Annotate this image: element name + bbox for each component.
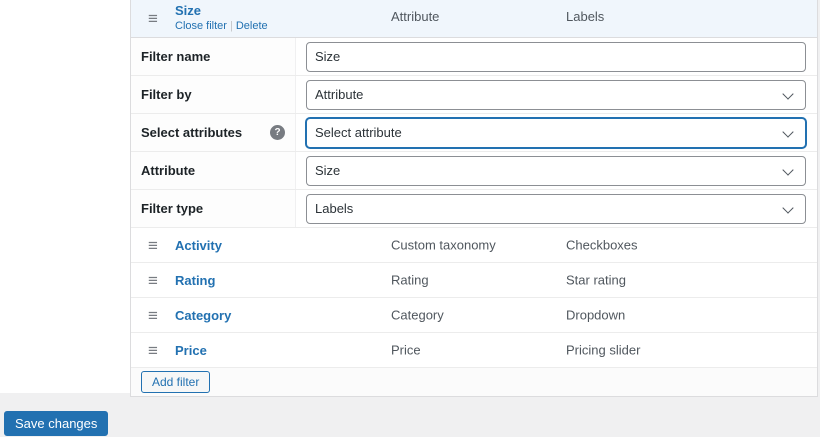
filter-by-selected-value: Attribute: [315, 87, 364, 102]
column-header-labels: Labels: [566, 9, 605, 24]
attribute-row: Attribute Size: [131, 152, 817, 190]
filter-name-cell: Size Close filter | Delete: [175, 3, 268, 34]
chevron-down-icon: [782, 87, 794, 100]
filter-type-row: Filter type Labels: [131, 190, 817, 228]
filter-name-label: Filter name: [141, 49, 211, 64]
drag-handle-icon[interactable]: ≡: [131, 237, 175, 254]
filter-row-price: ≡ Price Price Pricing slider: [131, 333, 817, 368]
select-attributes-label: Select attributes: [141, 125, 243, 140]
help-icon[interactable]: ?: [270, 125, 285, 140]
row-type-value: Checkboxes: [566, 237, 638, 253]
save-changes-button[interactable]: Save changes: [4, 411, 109, 436]
filter-name-link-rating[interactable]: Rating: [175, 273, 215, 288]
row-type-value: Pricing slider: [566, 342, 641, 358]
filter-type-selected-value: Labels: [315, 201, 354, 216]
row-attribute-value: Rating: [391, 272, 429, 288]
filter-name-link-price[interactable]: Price: [175, 343, 207, 358]
drag-handle-icon[interactable]: ≡: [131, 307, 175, 324]
chevron-down-icon: [782, 201, 794, 214]
filter-name-link-activity[interactable]: Activity: [175, 238, 222, 253]
row-attribute-value: Category: [391, 307, 444, 323]
attribute-selected-value: Size: [315, 163, 341, 178]
column-header-attribute: Attribute: [391, 9, 440, 24]
filter-name-link-size[interactable]: Size: [175, 3, 268, 19]
drag-handle-icon[interactable]: ≡: [131, 10, 175, 27]
actions-separator: |: [229, 20, 233, 33]
drag-handle-icon[interactable]: ≡: [131, 272, 175, 289]
filter-row-rating: ≡ Rating Rating Star rating: [131, 263, 817, 298]
filter-row-activity: ≡ Activity Custom taxonomy Checkboxes: [131, 228, 817, 263]
filter-type-select[interactable]: Labels: [306, 193, 806, 224]
filters-table: ≡ Size Close filter | Delete Attribute Lab…: [130, 0, 818, 397]
drag-handle-icon[interactable]: ≡: [131, 342, 175, 359]
filter-row-size-header: ≡ Size Close filter | Delete Attribute Lab…: [131, 0, 817, 38]
filter-name-input[interactable]: [306, 41, 806, 72]
delete-filter-link[interactable]: Delete: [236, 20, 268, 32]
filter-by-label: Filter by: [141, 87, 192, 102]
select-attributes-select[interactable]: Select attribute: [306, 117, 806, 148]
add-filter-button[interactable]: Add filter: [141, 371, 211, 393]
close-filter-link[interactable]: Close filter: [175, 20, 227, 32]
row-attribute-value: Custom taxonomy: [391, 237, 496, 253]
select-attributes-selected-value: Select attribute: [315, 125, 402, 140]
row-attribute-value: Price: [391, 342, 421, 358]
filter-row-actions: Close filter | Delete: [175, 20, 268, 34]
filter-type-label: Filter type: [141, 201, 204, 216]
attribute-select[interactable]: Size: [306, 155, 806, 186]
filter-by-select[interactable]: Attribute: [306, 79, 806, 110]
filter-name-row: Filter name: [131, 38, 817, 76]
row-type-value: Star rating: [566, 272, 626, 288]
filter-name-link-category[interactable]: Category: [175, 308, 231, 323]
filter-by-row: Filter by Attribute: [131, 76, 817, 114]
row-type-value: Dropdown: [566, 307, 626, 323]
filter-row-category: ≡ Category Category Dropdown: [131, 298, 817, 333]
select-attributes-row: Select attributes ? Select attribute: [131, 114, 817, 152]
chevron-down-icon: [782, 125, 794, 138]
chevron-down-icon: [782, 163, 794, 176]
add-filter-row: Add filter: [131, 368, 817, 396]
attribute-label: Attribute: [141, 163, 196, 178]
